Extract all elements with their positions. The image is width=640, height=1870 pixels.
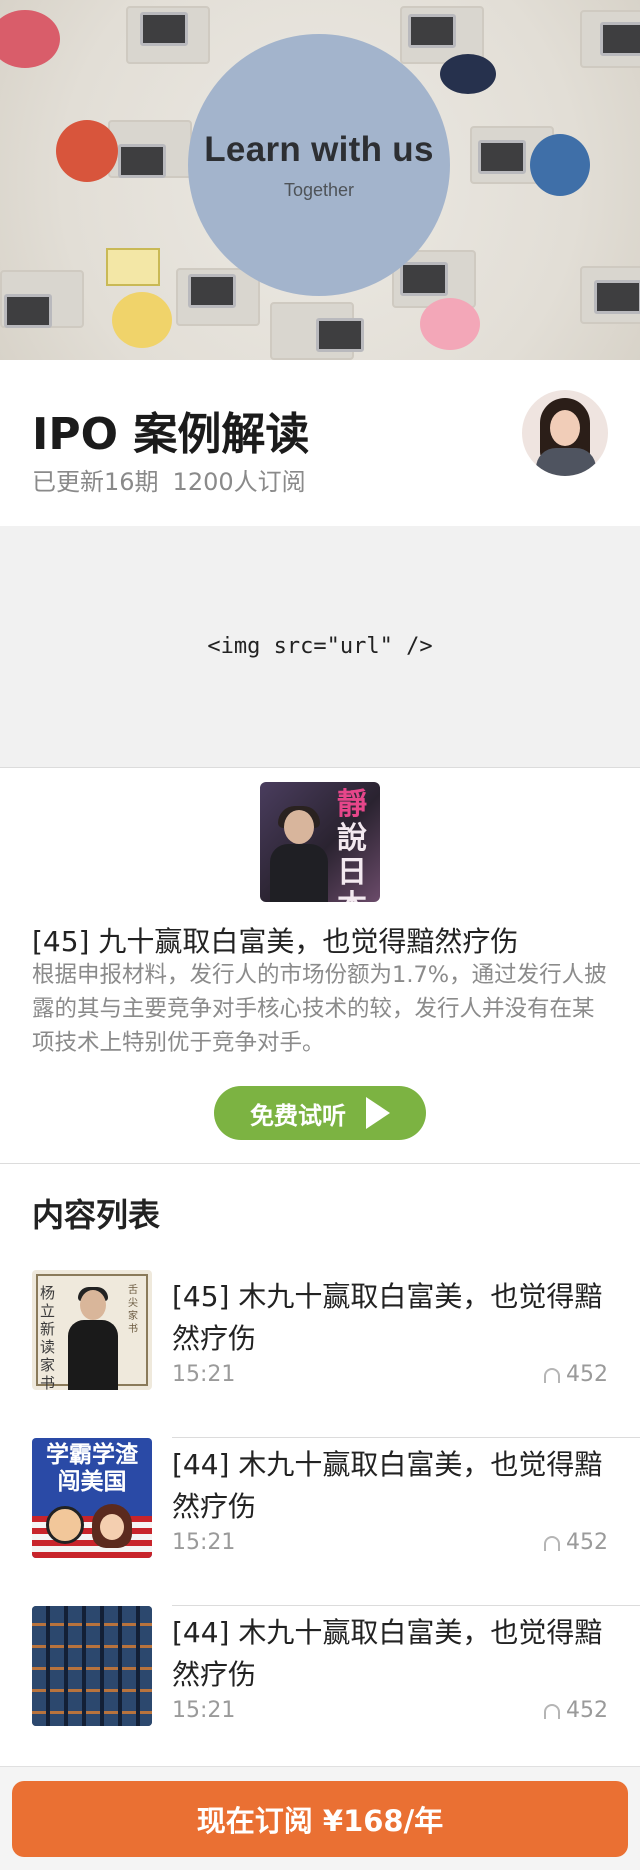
- featured-title[interactable]: [45] 九十赢取白富美，也觉得黯然疗伤: [32, 920, 518, 960]
- free-trial-button[interactable]: 免费试听: [214, 1086, 426, 1140]
- list-item[interactable]: [44] 木九十赢取白富美，也觉得黯然疗伤 15:21 452: [0, 1606, 640, 1774]
- episode-title: [44] 木九十赢取白富美，也觉得黯然疗伤: [172, 1616, 603, 1691]
- play-count: 452: [566, 1362, 608, 1387]
- hero-banner: Learn with us Together: [0, 0, 640, 360]
- cover-calligraphy: 靜說日本: [337, 787, 367, 903]
- photo-laptop: [4, 294, 52, 328]
- update-count: 已更新16期: [32, 468, 159, 496]
- photo-laptop: [408, 14, 456, 48]
- photo-student: [56, 120, 118, 182]
- episode-duration: 15:21: [172, 1362, 236, 1387]
- episode-plays: 452: [544, 1362, 608, 1387]
- episode-thumbnail: [32, 1606, 152, 1726]
- photo-student: [420, 298, 480, 350]
- play-icon: [366, 1097, 390, 1129]
- featured-description: 根据申报材料，发行人的市场份额为1.7%，通过发行人披露的其与主要竞争对手核心技…: [32, 962, 607, 1056]
- episode-plays: 452: [544, 1530, 608, 1555]
- featured-episode: 靜說日本 [45] 九十赢取白富美，也觉得黯然疗伤 根据申报材料，发行人的市场份…: [0, 768, 640, 1164]
- list-item[interactable]: 杨立新读家书 舌尖家书 [45] 木九十赢取白富美，也觉得黯然疗伤 15:21 …: [0, 1270, 640, 1438]
- list-heading: 内容列表: [32, 1196, 161, 1234]
- photo-student: [112, 292, 172, 348]
- episode-duration: 15:21: [172, 1530, 236, 1555]
- teacher-avatar[interactable]: [522, 390, 608, 476]
- subscribe-button[interactable]: 现在订阅 ¥168/年: [12, 1781, 628, 1857]
- episode-thumbnail: 杨立新读家书 舌尖家书: [32, 1270, 152, 1390]
- episode-plays: 452: [544, 1698, 608, 1723]
- headphone-icon: [544, 1704, 560, 1719]
- course-title: IPO 案例解读: [32, 409, 310, 460]
- image-placeholder: <img src="url" />: [0, 526, 640, 768]
- photo-book: [106, 248, 160, 286]
- photo-laptop: [600, 22, 640, 56]
- episode-title: [45] 木九十赢取白富美，也觉得黯然疗伤: [172, 1280, 603, 1355]
- list-item[interactable]: 学霸学渣闯美国 [44] 木九十赢取白富美，也觉得黯然疗伤 15:21 452: [0, 1438, 640, 1606]
- featured-cover-image[interactable]: 靜說日本: [260, 782, 380, 902]
- photo-laptop: [140, 12, 188, 46]
- photo-student: [530, 134, 590, 196]
- hero-circle: Learn with us Together: [188, 34, 450, 296]
- photo-laptop: [400, 262, 448, 296]
- episode-thumbnail: 学霸学渣闯美国: [32, 1438, 152, 1558]
- free-trial-label: 免费试听: [250, 1101, 346, 1130]
- content-list: 内容列表 杨立新读家书 舌尖家书 [45] 木九十赢取白富美，也觉得黯然疗伤 1…: [0, 1164, 640, 1774]
- bottom-bar: 现在订阅 ¥168/年: [0, 1766, 640, 1870]
- episode-title: [44] 木九十赢取白富美，也觉得黯然疗伤: [172, 1448, 603, 1523]
- headphone-icon: [544, 1368, 560, 1383]
- episode-duration: 15:21: [172, 1698, 236, 1723]
- play-count: 452: [566, 1530, 608, 1555]
- course-info: IPO 案例解读 已更新16期 1200人订阅: [0, 360, 640, 526]
- hero-title: Learn with us: [204, 129, 434, 169]
- headphone-icon: [544, 1536, 560, 1551]
- placeholder-code: <img src="url" />: [207, 634, 433, 659]
- subscriber-count: 1200人订阅: [172, 468, 306, 496]
- photo-laptop: [118, 144, 166, 178]
- course-meta: 已更新16期 1200人订阅: [32, 462, 306, 497]
- photo-laptop: [188, 274, 236, 308]
- photo-laptop: [478, 140, 526, 174]
- photo-laptop: [594, 280, 640, 314]
- photo-laptop: [316, 318, 364, 352]
- hero-subtitle: Together: [283, 179, 355, 200]
- photo-student: [440, 54, 496, 94]
- subscribe-label: 现在订阅 ¥168/年: [196, 1804, 444, 1838]
- play-count: 452: [566, 1698, 608, 1723]
